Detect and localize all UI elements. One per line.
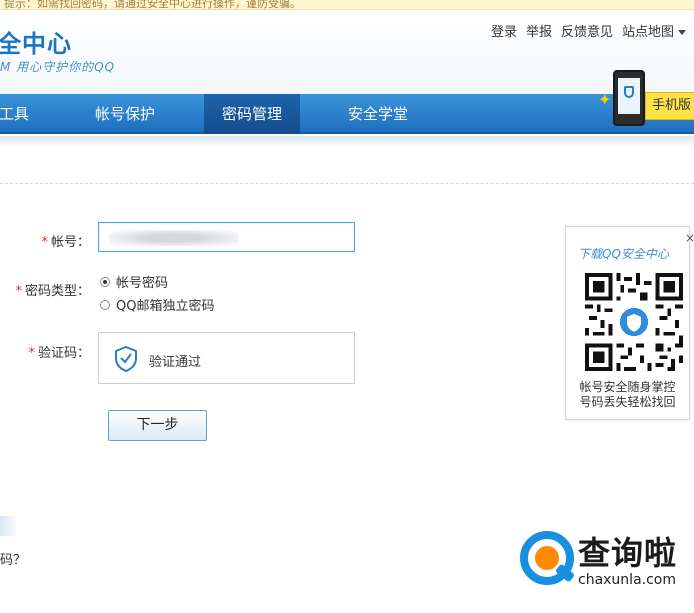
account-label: * 帐号： xyxy=(41,231,90,250)
password-type-label: * 密码类型： xyxy=(15,280,90,299)
radio-label: QQ邮箱独立密码 xyxy=(116,299,215,314)
shield-icon xyxy=(624,86,634,98)
qr-title: 下载QQ安全中心 xyxy=(578,247,669,261)
main-nav: 工具 帐号保护 密码管理 安全学堂 xyxy=(0,94,694,134)
radio-account-password[interactable]: 帐号密码 xyxy=(100,272,168,291)
forgot-question-link[interactable]: 码？ xyxy=(0,549,26,568)
account-label-text: 帐号： xyxy=(50,235,90,250)
sitemap-label: 站点地图 xyxy=(621,25,674,40)
qr-download-panel: 下载QQ安全中心 × 帐号安全随身掌控 号码丢失轻松找回 xyxy=(565,226,694,420)
nav-account-protection[interactable]: 帐号保护 xyxy=(80,94,170,134)
star-icon: ✦ xyxy=(598,90,612,109)
notice-bar: 提示：如需找回密码，请通过安全中心进行操作，谨防受骗。 xyxy=(0,0,694,10)
account-input[interactable] xyxy=(98,222,355,252)
qr-code[interactable] xyxy=(585,273,683,371)
next-step-button[interactable]: 下一步 xyxy=(108,410,207,441)
required-mark: * xyxy=(41,235,48,250)
nav-password-management[interactable]: 密码管理 xyxy=(204,94,300,134)
password-type-label-text: 密码类型： xyxy=(24,284,90,299)
radio-label: 帐号密码 xyxy=(116,276,169,291)
logo-dot xyxy=(535,546,559,570)
radio-qqmail-password[interactable]: QQ邮箱独立密码 xyxy=(100,295,214,314)
shield-check-icon xyxy=(115,346,137,372)
sitemap-link[interactable]: 站点地图 xyxy=(622,21,686,40)
watermark-domain: chaxunla.com xyxy=(578,572,676,588)
nav-security-school[interactable]: 安全学堂 xyxy=(332,94,424,134)
phone-icon[interactable] xyxy=(613,70,645,126)
captcha-label: * 验证码： xyxy=(28,342,90,361)
nav-tools[interactable]: 工具 xyxy=(0,94,34,134)
required-mark: * xyxy=(28,346,35,361)
left-decoration xyxy=(0,516,18,536)
required-mark: * xyxy=(15,284,22,299)
close-icon[interactable]: × xyxy=(685,231,694,245)
mobile-version-tag[interactable]: 手机版 xyxy=(645,92,694,120)
radio-button[interactable] xyxy=(100,299,110,310)
nav-shadow xyxy=(0,136,694,148)
radio-button[interactable] xyxy=(100,276,110,287)
watermark-title: 查询啦 xyxy=(578,534,678,572)
site-header: 全中心 M 用心守护你的QQ 登录 举报 反馈意见 站点地图 xyxy=(0,10,694,94)
divider xyxy=(0,183,694,184)
chevron-down-icon xyxy=(678,30,686,35)
logo-title[interactable]: 全中心 xyxy=(0,24,72,59)
captcha-status: 验证通过 xyxy=(149,355,202,370)
top-links: 登录 举报 反馈意见 站点地图 xyxy=(491,21,686,40)
feedback-link[interactable]: 反馈意见 xyxy=(561,21,613,40)
account-value-blurred xyxy=(109,230,239,246)
report-link[interactable]: 举报 xyxy=(526,21,552,40)
logo-slogan: M 用心守护你的QQ xyxy=(0,60,116,74)
watermark: 查询啦 chaxunla.com xyxy=(520,528,694,596)
login-link[interactable]: 登录 xyxy=(491,21,517,40)
notice-text: 提示：如需找回密码，请通过安全中心进行操作，谨防受骗。 xyxy=(4,0,301,10)
qr-caption-line2: 号码丢失轻松找回 xyxy=(579,395,676,409)
captcha-box[interactable]: 验证通过 xyxy=(98,332,355,384)
captcha-label-text: 验证码： xyxy=(37,346,90,361)
